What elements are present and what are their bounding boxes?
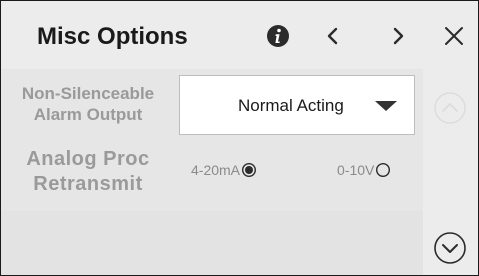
dialog-header: Misc Options xyxy=(1,1,478,69)
misc-options-dialog: Misc Options Non-Silenceable Alarm Outpu… xyxy=(0,0,479,276)
empty-row xyxy=(1,211,423,275)
previous-button[interactable] xyxy=(318,21,348,51)
chevron-down-circle-icon xyxy=(434,232,466,264)
dropdown-arrow-icon xyxy=(375,101,397,111)
alarm-output-label: Non-Silenceable Alarm Output xyxy=(1,83,175,125)
analog-proc-row: Analog Proc Retransmit 4-20mA 0-10V xyxy=(1,137,423,211)
alarm-output-select[interactable]: Normal Acting xyxy=(179,75,415,135)
close-icon xyxy=(445,27,463,45)
options-panel: Non-Silenceable Alarm Output Normal Acti… xyxy=(1,69,423,275)
alarm-output-selected-value: Normal Acting xyxy=(238,96,344,115)
analog-proc-label: Analog Proc Retransmit xyxy=(1,147,175,197)
radio-selected-icon xyxy=(242,162,257,178)
alarm-output-label-line2: Alarm Output xyxy=(33,105,143,124)
alarm-output-row: Non-Silenceable Alarm Output Normal Acti… xyxy=(1,69,423,137)
radio-label-0-10v: 0-10V xyxy=(337,162,375,178)
scroll-down-button[interactable] xyxy=(433,231,467,265)
next-button[interactable] xyxy=(383,21,413,51)
chevron-up-circle-icon xyxy=(434,92,466,124)
radio-option-0-10v[interactable]: 0-10V xyxy=(337,161,391,179)
alarm-output-label-line1: Non-Silenceable xyxy=(21,84,155,103)
chevron-right-icon xyxy=(393,27,404,45)
info-icon xyxy=(267,25,289,47)
analog-proc-label-line1: Analog Proc xyxy=(26,148,150,170)
radio-unselected-icon xyxy=(376,162,391,178)
radio-option-4-20ma[interactable]: 4-20mA xyxy=(191,161,257,179)
radio-label-4-20ma: 4-20mA xyxy=(191,162,241,178)
info-button[interactable] xyxy=(263,21,293,51)
dialog-title: Misc Options xyxy=(37,23,188,50)
scroll-up-button[interactable] xyxy=(433,91,467,125)
analog-proc-label-line2: Retransmit xyxy=(33,173,143,195)
chevron-left-icon xyxy=(327,27,338,45)
scroll-column xyxy=(423,69,478,275)
close-button[interactable] xyxy=(439,21,469,51)
